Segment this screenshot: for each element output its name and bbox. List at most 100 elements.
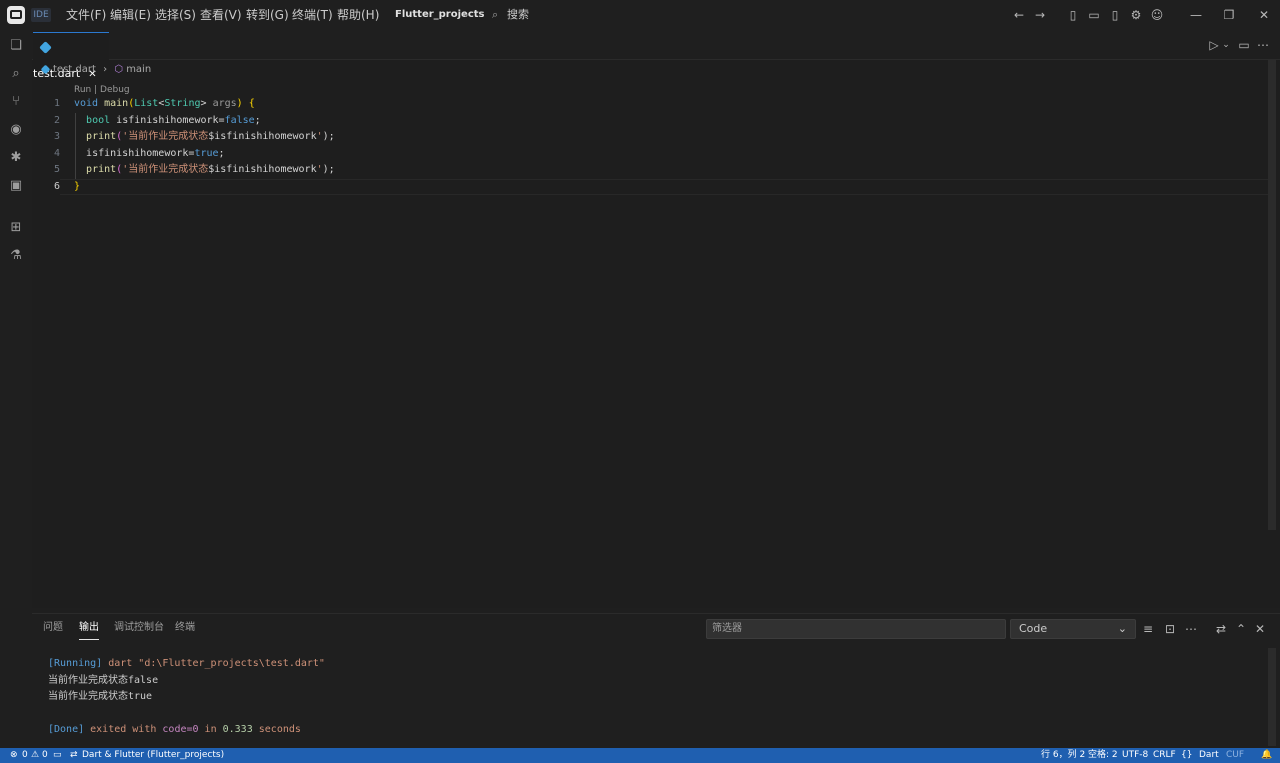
menu-view[interactable]: 查看(V) bbox=[200, 0, 242, 30]
panel-tab-problems[interactable]: 问题 bbox=[43, 616, 63, 640]
breadcrumb-symbol[interactable]: main bbox=[126, 64, 151, 75]
braces-icon[interactable]: {} bbox=[1181, 748, 1192, 763]
code-token: print bbox=[86, 164, 117, 175]
code-token: $isfinishihomework bbox=[208, 131, 317, 142]
code-token: main bbox=[104, 98, 129, 109]
remote-icon[interactable]: ▭ bbox=[53, 748, 62, 763]
code-token: args bbox=[212, 98, 237, 109]
code-token: '当前作业完成状态 bbox=[122, 164, 209, 175]
copilot-status[interactable]: CUF bbox=[1226, 748, 1244, 763]
toggle-panel-icon[interactable]: ▭ bbox=[1084, 0, 1104, 30]
menu-file[interactable]: 文件(F) bbox=[66, 0, 106, 30]
status-encoding[interactable]: UTF-8 bbox=[1122, 748, 1148, 763]
back-arrow-icon[interactable]: ← bbox=[1009, 0, 1029, 30]
tab-bar bbox=[32, 30, 1280, 60]
close-panel-icon[interactable]: ✕ bbox=[1250, 614, 1270, 644]
remote-explorer-icon[interactable]: ▣ bbox=[6, 176, 26, 196]
panel-tab-terminal[interactable]: 终端 bbox=[175, 616, 195, 640]
project-switcher[interactable]: Flutter_projects bbox=[395, 0, 484, 30]
panel-tab-debug-console[interactable]: 调试控制台 bbox=[114, 616, 164, 640]
code-token: ); bbox=[322, 131, 335, 142]
toggle-secondary-sidebar-icon[interactable]: ▯ bbox=[1105, 0, 1125, 30]
panel-tab-output[interactable]: 输出 bbox=[79, 616, 99, 640]
code-token: ); bbox=[322, 164, 335, 175]
code-token: void bbox=[74, 98, 99, 109]
code-token: List bbox=[134, 98, 159, 109]
account-icon[interactable]: ☺ bbox=[1147, 0, 1167, 30]
output-filter-input[interactable]: 筛选器 bbox=[706, 619, 1006, 639]
more-actions-icon[interactable]: ⋯ bbox=[1253, 30, 1273, 60]
output-token: code=0 bbox=[162, 724, 199, 735]
code-line-3[interactable]: print('当前作业完成状态$isfinishihomework'); bbox=[74, 129, 335, 145]
status-language[interactable]: Dart bbox=[1199, 748, 1219, 763]
error-count[interactable]: 0 bbox=[22, 748, 28, 763]
gear-icon[interactable]: ⚙ bbox=[1126, 0, 1146, 30]
restore-icon[interactable]: ❐ bbox=[1219, 0, 1239, 30]
status-position[interactable]: 行 6，列 2 bbox=[1041, 748, 1085, 763]
menu-selection[interactable]: 选择(S) bbox=[155, 0, 196, 30]
code-line-1[interactable]: void main(List<String> args) { bbox=[74, 96, 255, 112]
menu-help[interactable]: 帮助(H) bbox=[337, 0, 379, 30]
code-token: $isfinishihomework bbox=[208, 164, 317, 175]
extensions-icon[interactable]: ⊞ bbox=[6, 218, 26, 238]
eye-icon[interactable]: ◉ bbox=[6, 120, 26, 140]
dart-file-icon bbox=[39, 40, 52, 54]
debug-icon[interactable]: ✱ bbox=[6, 148, 26, 168]
code-token: true bbox=[194, 148, 219, 159]
line-number: 5 bbox=[53, 164, 60, 175]
line-number: 2 bbox=[53, 115, 60, 126]
forward-arrow-icon[interactable]: → bbox=[1030, 0, 1050, 30]
split-editor-icon[interactable]: ▭ bbox=[1234, 30, 1254, 60]
line-number: 3 bbox=[53, 131, 60, 142]
code-token: ) bbox=[236, 98, 243, 109]
source-control-icon[interactable]: ⑂ bbox=[6, 92, 26, 112]
panel-settings-icon[interactable]: ⇄ bbox=[1211, 614, 1231, 644]
code-line-6[interactable]: } bbox=[74, 179, 80, 195]
code-token: bool bbox=[86, 115, 111, 126]
more-icon[interactable]: ⋯ bbox=[1181, 614, 1201, 644]
code-token: { bbox=[248, 98, 255, 109]
line-number-active: 6 bbox=[53, 181, 60, 192]
minimize-icon[interactable]: — bbox=[1186, 0, 1206, 30]
warning-count[interactable]: 0 bbox=[42, 748, 48, 763]
tab-test-dart[interactable]: test.dart ✕ bbox=[33, 32, 109, 80]
status-project[interactable]: Dart & Flutter (Flutter_projects) bbox=[82, 748, 224, 763]
code-line-2[interactable]: bool isfinishihomework=false; bbox=[74, 113, 261, 129]
lock-icon[interactable]: ⊡ bbox=[1160, 614, 1180, 644]
code-token: ; bbox=[218, 148, 225, 159]
command-search[interactable]: 搜索 bbox=[507, 0, 529, 30]
editor-scrollbar[interactable] bbox=[1268, 60, 1276, 530]
menu-go[interactable]: 转到(G) bbox=[246, 0, 289, 30]
status-bar: ⊗ 0 ⚠ 0 ▭ ⇄ Dart & Flutter (Flutter_proj… bbox=[0, 748, 1280, 763]
breadcrumb-file[interactable]: test.dart bbox=[53, 64, 96, 75]
run-dropdown-icon[interactable]: ⌄ bbox=[1216, 30, 1236, 60]
output-token: [Done] bbox=[48, 724, 85, 735]
warning-icon[interactable]: ⚠ bbox=[31, 748, 39, 763]
maximize-panel-icon[interactable]: ⌃ bbox=[1231, 614, 1251, 644]
codelens-run-debug[interactable]: Run | Debug bbox=[74, 84, 130, 96]
explorer-icon[interactable]: ❏ bbox=[6, 36, 26, 56]
chevron-right-icon: › bbox=[103, 64, 108, 75]
code-line-4[interactable]: isfinishihomework=true; bbox=[74, 146, 225, 162]
output-channel-select[interactable]: Code ⌄ bbox=[1010, 619, 1136, 639]
search-view-icon[interactable]: ⌕ bbox=[6, 64, 26, 84]
clear-output-icon[interactable]: ≡ bbox=[1138, 614, 1158, 644]
output-token: 0.333 bbox=[222, 724, 253, 735]
toggle-sidebar-icon[interactable]: ▯ bbox=[1063, 0, 1083, 30]
search-icon[interactable]: ⌕ bbox=[492, 0, 498, 30]
testing-flask-icon[interactable]: ⚗ bbox=[6, 246, 26, 266]
bell-icon[interactable]: 🔔 bbox=[1261, 748, 1272, 763]
status-eol[interactable]: CRLF bbox=[1153, 748, 1176, 763]
code-line-5[interactable]: print('当前作业完成状态$isfinishihomework'); bbox=[74, 162, 335, 178]
chevron-down-icon[interactable]: ⌄ bbox=[462, 0, 470, 30]
menu-edit[interactable]: 编辑(E) bbox=[110, 0, 151, 30]
output-line-done: [Done] exited with code=0 in 0.333 secon… bbox=[48, 722, 301, 738]
code-token: } bbox=[74, 181, 81, 192]
code-token: false bbox=[224, 115, 255, 126]
menu-terminal[interactable]: 终端(T) bbox=[292, 0, 333, 30]
close-icon[interactable]: ✕ bbox=[1254, 0, 1274, 30]
panel-scrollbar[interactable] bbox=[1268, 648, 1276, 746]
error-icon[interactable]: ⊗ bbox=[10, 748, 18, 763]
status-indentation[interactable]: 空格: 2 bbox=[1088, 748, 1118, 763]
output-token: exited with bbox=[84, 724, 163, 735]
